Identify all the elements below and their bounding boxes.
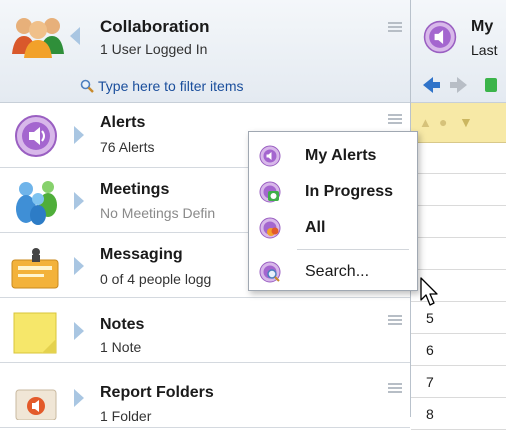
row-number: 7 <box>426 374 434 390</box>
notes-icon <box>13 312 57 354</box>
status-icon <box>485 78 497 92</box>
collaboration-users-icon <box>12 18 64 58</box>
table-row[interactable] <box>411 175 506 206</box>
collapse-arrow-icon[interactable] <box>70 27 80 45</box>
menu-item-label: My Alerts <box>305 147 377 164</box>
detail-toolbar: ▲ ● ▼ <box>411 103 506 143</box>
filter-placeholder: Type here to filter items <box>98 78 244 94</box>
expand-arrow-icon[interactable] <box>74 257 84 275</box>
search-alerts-icon <box>259 261 281 283</box>
expand-arrow-icon[interactable] <box>74 389 84 407</box>
all-alerts-icon <box>259 217 281 239</box>
row-number: 8 <box>426 406 434 422</box>
table-row[interactable]: 5 <box>411 303 506 334</box>
magnifier-icon <box>80 79 94 93</box>
menu-item-all[interactable]: All <box>249 210 417 246</box>
collaboration-header: Collaboration 1 User Logged In Type here… <box>0 0 410 103</box>
report-folders-icon <box>15 389 57 420</box>
table-row[interactable] <box>411 239 506 270</box>
list-item-report-folders[interactable]: Report Folders 1 Folder <box>0 364 410 428</box>
in-progress-icon <box>259 181 281 203</box>
menu-item-my-alerts[interactable]: My Alerts <box>249 138 417 174</box>
item-subtitle: 1 Note <box>100 339 142 355</box>
table-row[interactable]: 7 <box>411 367 506 398</box>
detail-title: My <box>471 18 494 35</box>
grip-icon[interactable] <box>388 114 402 125</box>
mouse-pointer-icon <box>420 277 438 306</box>
header-subtitle: 1 User Logged In <box>100 41 208 57</box>
item-title: Meetings <box>100 181 170 198</box>
my-alerts-icon <box>259 145 281 167</box>
sort-up-icon[interactable]: ▲ <box>419 115 432 130</box>
row-number: 5 <box>426 310 434 326</box>
item-subtitle: No Meetings Defin <box>100 205 216 221</box>
back-arrow-icon[interactable] <box>421 76 441 94</box>
menu-item-label: In Progress <box>305 183 394 200</box>
table-row[interactable] <box>411 207 506 238</box>
forward-arrow-icon[interactable] <box>449 76 469 94</box>
expand-arrow-icon[interactable] <box>74 322 84 340</box>
detail-header: My Last <box>411 0 506 103</box>
item-title: Messaging <box>100 246 183 263</box>
item-title: Alerts <box>100 114 146 131</box>
table-row[interactable]: 8 <box>411 399 506 430</box>
detail-panel: My Last ▲ ● ▼ 5 6 7 8 <box>411 0 506 430</box>
menu-separator <box>297 249 409 250</box>
expand-arrow-icon[interactable] <box>74 192 84 210</box>
filter-input[interactable]: Type here to filter items <box>80 78 244 94</box>
list-item-notes[interactable]: Notes 1 Note <box>0 299 410 363</box>
row-number: 6 <box>426 342 434 358</box>
item-title: Report Folders <box>100 384 214 401</box>
item-subtitle: 0 of 4 people logg <box>100 271 212 287</box>
menu-item-search[interactable]: Search... <box>249 254 417 290</box>
grip-icon[interactable] <box>388 315 402 326</box>
alerts-icon <box>15 115 57 157</box>
record-icon[interactable]: ● <box>439 114 447 130</box>
meetings-icon <box>16 181 57 225</box>
menu-item-in-progress[interactable]: In Progress <box>249 174 417 210</box>
table-row[interactable]: 6 <box>411 335 506 366</box>
filter-funnel-icon[interactable]: ▼ <box>459 114 473 130</box>
table-row[interactable] <box>411 143 506 174</box>
alerts-context-menu: My Alerts In Progress All Search... <box>248 131 418 291</box>
item-subtitle: 76 Alerts <box>100 139 155 155</box>
item-title: Notes <box>100 316 145 333</box>
alerts-icon <box>423 20 457 54</box>
menu-item-label: Search... <box>305 263 370 280</box>
detail-subtitle: Last <box>471 42 498 58</box>
header-title: Collaboration <box>100 17 210 36</box>
messaging-icon <box>11 248 59 289</box>
item-subtitle: 1 Folder <box>100 408 152 424</box>
menu-item-label: All <box>305 219 326 236</box>
expand-arrow-icon[interactable] <box>74 126 84 144</box>
grip-icon[interactable] <box>388 383 402 394</box>
header-grip-icon[interactable] <box>388 22 402 33</box>
